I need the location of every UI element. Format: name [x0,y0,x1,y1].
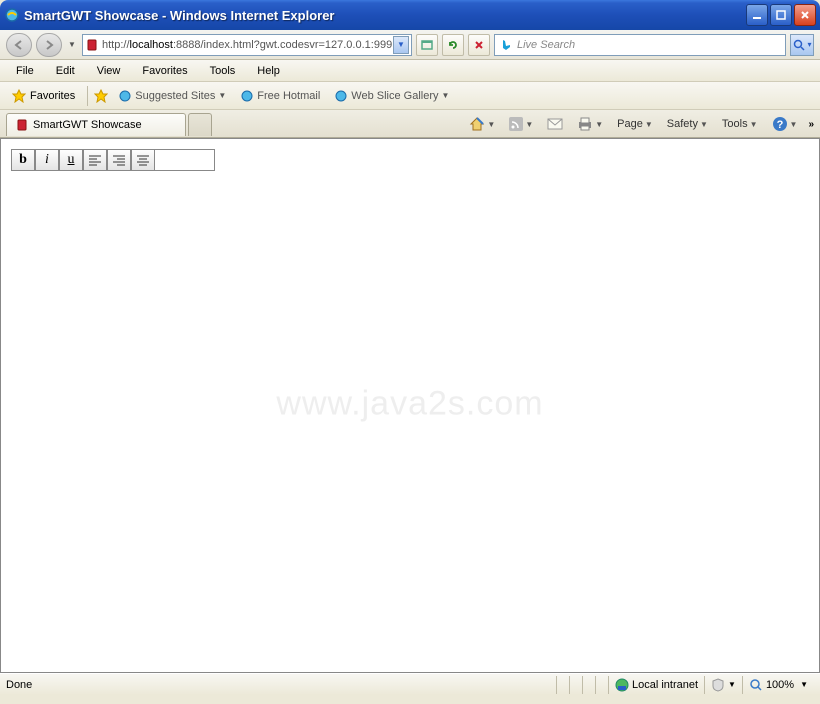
editor-toolbar: b i u [11,149,215,171]
separator [87,86,88,106]
page-menu[interactable]: Page▼ [614,116,656,132]
menu-help[interactable]: Help [247,62,290,80]
align-center-button[interactable] [131,149,155,171]
toolbar-input[interactable] [155,149,215,171]
forward-button[interactable] [36,33,62,57]
menu-bar: File Edit View Favorites Tools Help [0,60,820,82]
tab-active[interactable]: SmartGWT Showcase [6,113,186,136]
close-button[interactable] [794,4,816,26]
favorites-button[interactable]: Favorites [6,86,81,106]
search-button[interactable]: ▾ [790,34,814,56]
protected-mode[interactable]: ▼ [704,676,742,694]
menu-edit[interactable]: Edit [46,62,85,80]
menu-tools[interactable]: Tools [200,62,246,80]
svg-text:?: ? [776,119,783,131]
zoom-icon [749,678,763,692]
content-area: b i u www.java2s.com [0,138,820,673]
search-placeholder: Live Search [517,39,575,51]
web-slice-link[interactable]: Web Slice Gallery ▼ [330,87,453,105]
refresh-button[interactable] [442,34,464,56]
underline-button[interactable]: u [59,149,83,171]
status-pane [595,676,608,694]
help-button[interactable]: ? ▼ [769,114,801,134]
new-tab-button[interactable] [188,113,212,136]
suggested-sites-link[interactable]: Suggested Sites ▼ [114,87,230,105]
status-pane [582,676,595,694]
status-bar: Done Local intranet ▼ 100% ▼ [0,673,820,695]
star-icon [12,89,26,103]
read-mail-button[interactable] [544,116,566,132]
back-button[interactable] [6,33,32,57]
maximize-button[interactable] [770,4,792,26]
tools-menu[interactable]: Tools▼ [719,116,761,132]
rss-icon [509,117,523,131]
home-icon [469,116,485,132]
italic-button[interactable]: i [35,149,59,171]
status-pane [556,676,569,694]
chevron-more[interactable]: » [808,119,814,130]
print-icon [577,117,593,131]
align-left-button[interactable] [83,149,107,171]
home-button[interactable]: ▼ [466,114,498,134]
url-text: http://localhost:8888/index.html?gwt.cod… [102,39,393,51]
help-icon: ? [772,116,788,132]
zone-icon [615,678,629,692]
bold-button[interactable]: b [11,149,35,171]
command-bar: ▼ ▼ ▼ Page▼ Safety▼ Tools▼ ? ▼ » [466,112,814,136]
tab-title: SmartGWT Showcase [33,119,142,131]
bing-icon [499,38,513,52]
window-title: SmartGWT Showcase - Windows Internet Exp… [24,8,746,23]
ie-page-icon [118,89,132,103]
watermark: www.java2s.com [276,384,543,423]
add-favorite-icon[interactable] [94,89,108,103]
zoom-control[interactable]: 100% ▼ [742,676,814,694]
gwt-favicon [15,118,29,132]
address-bar[interactable]: http://localhost:8888/index.html?gwt.cod… [82,34,412,56]
shield-icon [711,678,725,692]
print-button[interactable]: ▼ [574,115,606,133]
ie-icon [4,7,20,23]
menu-favorites[interactable]: Favorites [132,62,197,80]
tab-bar: SmartGWT Showcase ▼ ▼ ▼ Page▼ Safety▼ To… [0,110,820,138]
status-text: Done [6,679,32,691]
menu-view[interactable]: View [87,62,131,80]
free-hotmail-link[interactable]: Free Hotmail [236,87,324,105]
compat-view-button[interactable] [416,34,438,56]
minimize-button[interactable] [746,4,768,26]
gwt-favicon [85,38,99,52]
safety-menu[interactable]: Safety▼ [664,116,711,132]
ie-page-icon [240,89,254,103]
align-right-button[interactable] [107,149,131,171]
stop-button[interactable] [468,34,490,56]
favorites-bar: Favorites Suggested Sites ▼ Free Hotmail… [0,82,820,110]
address-dropdown[interactable]: ▼ [393,36,409,54]
security-zone[interactable]: Local intranet [608,676,704,694]
nav-history-dropdown[interactable]: ▼ [66,33,78,57]
mail-icon [547,118,563,130]
feeds-button[interactable]: ▼ [506,115,536,133]
search-bar[interactable]: Live Search [494,34,786,56]
menu-file[interactable]: File [6,62,44,80]
titlebar: SmartGWT Showcase - Windows Internet Exp… [0,0,820,30]
ie-page-icon [334,89,348,103]
navigation-bar: ▼ http://localhost:8888/index.html?gwt.c… [0,30,820,60]
status-pane [569,676,582,694]
